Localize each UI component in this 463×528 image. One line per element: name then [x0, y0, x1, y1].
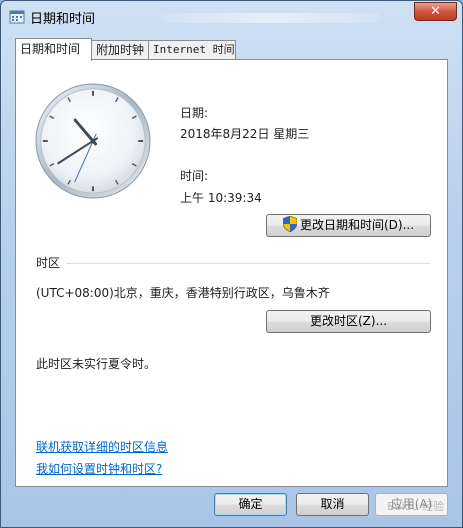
- timezone-section-label: 时区: [36, 256, 61, 270]
- timezone-divider: [66, 263, 431, 264]
- blurred-background: [161, 13, 381, 23]
- ok-button[interactable]: 确定: [214, 493, 287, 516]
- analog-clock: [35, 83, 151, 199]
- cancel-button[interactable]: 取消: [296, 493, 369, 516]
- close-button[interactable]: ✕: [414, 2, 457, 21]
- uac-shield-icon: [282, 216, 297, 232]
- change-timezone-button[interactable]: 更改时区(Z)...: [266, 310, 431, 333]
- baidu-watermark: Baidu 经验: [387, 500, 444, 513]
- time-value: 上午 10:39:34: [180, 191, 262, 205]
- tab-internet-time[interactable]: Internet 时间: [148, 40, 236, 59]
- tab-panel-date-time: 日期: 2018年8月22日 星期三 时间: 上午 10:39:34 更改日期和…: [15, 59, 448, 487]
- date-label: 日期:: [180, 106, 209, 120]
- dialog-window: 日期和时间 ✕ 日期和时间 附加时钟 Internet 时间 日期: 2018年…: [0, 0, 463, 528]
- dst-note: 此时区未实行夏令时。: [36, 357, 157, 371]
- close-icon: ✕: [430, 4, 441, 19]
- online-timezone-info-link[interactable]: 联机获取详细的时区信息: [36, 438, 168, 455]
- time-label: 时间:: [180, 169, 209, 183]
- change-date-time-button[interactable]: 更改日期和时间(D)...: [266, 214, 431, 237]
- window-title: 日期和时间: [30, 12, 96, 27]
- tab-date-time[interactable]: 日期和时间: [15, 38, 92, 61]
- how-to-set-clock-link[interactable]: 我如何设置时钟和时区?: [36, 460, 162, 477]
- title-bar[interactable]: 日期和时间 ✕: [1, 1, 462, 31]
- datetime-app-icon: [9, 10, 25, 24]
- timezone-value: (UTC+08:00)北京，重庆，香港特别行政区，乌鲁木齐: [36, 286, 330, 300]
- tab-additional-clocks[interactable]: 附加时钟: [91, 40, 149, 59]
- date-value: 2018年8月22日 星期三: [180, 127, 310, 141]
